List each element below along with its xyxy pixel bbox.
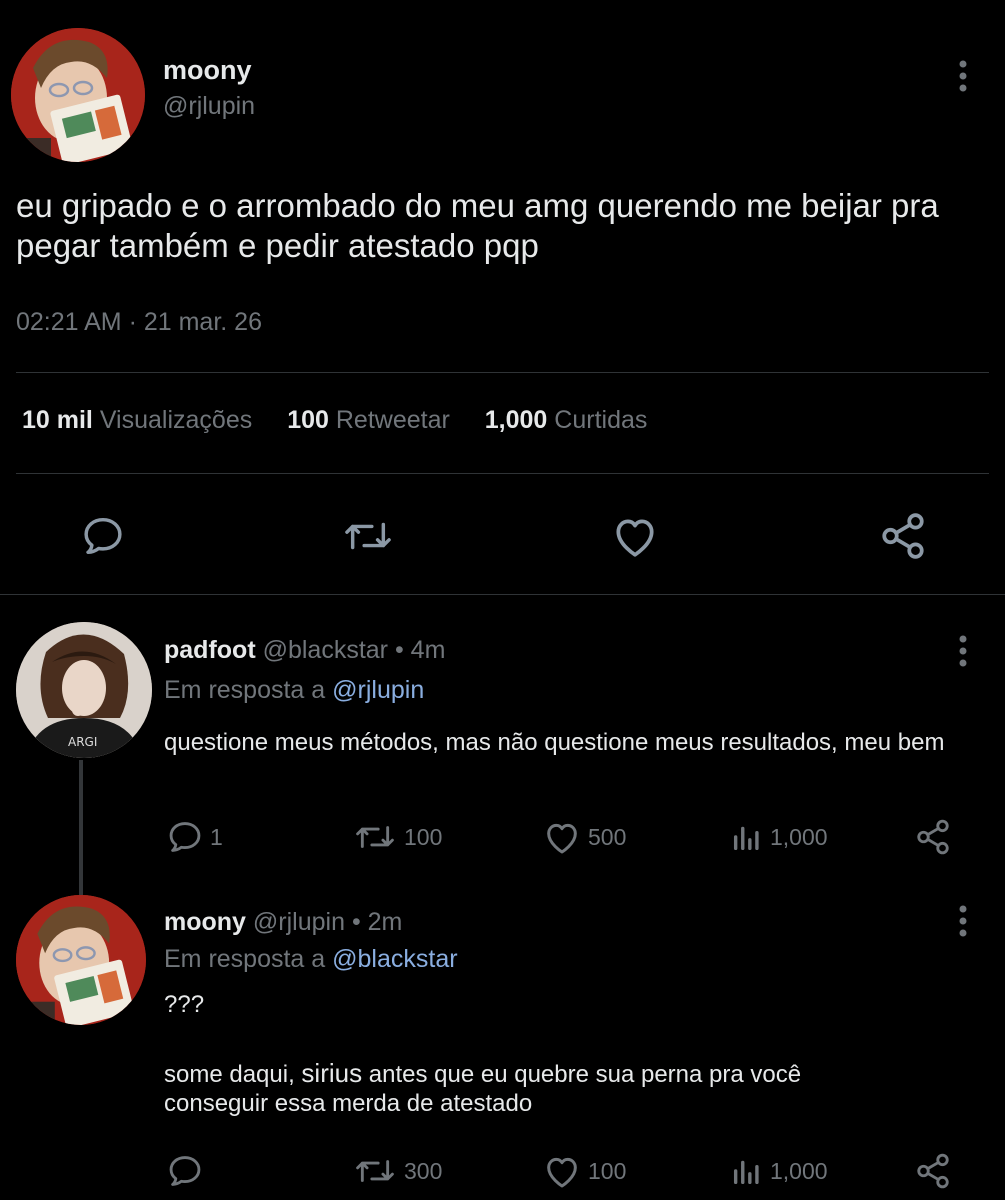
likes-count[interactable]: 1,000 — [485, 406, 548, 434]
reply-icon[interactable] — [80, 513, 126, 559]
author-handle[interactable]: @rjlupin — [163, 92, 255, 121]
reply-text-line: ??? — [164, 991, 205, 1018]
views-count[interactable]: 10 mil — [22, 406, 93, 434]
more-options-icon[interactable] — [953, 58, 973, 94]
retweet-icon[interactable] — [340, 513, 396, 559]
reply-time[interactable]: • 4m — [395, 636, 445, 664]
like-action[interactable]: 100 — [542, 1152, 626, 1190]
thread-connector — [79, 760, 83, 895]
like-count: 100 — [588, 1157, 627, 1184]
reply-action[interactable]: 1 — [166, 818, 223, 856]
retweet-icon[interactable] — [352, 818, 398, 856]
retweet-count: 100 — [404, 823, 443, 850]
more-options-icon[interactable] — [953, 633, 973, 669]
reply-action[interactable] — [166, 1152, 210, 1190]
in-reply-prefix: Em resposta a — [164, 676, 326, 704]
mention-link[interactable]: @rjlupin — [332, 676, 424, 704]
like-count: 500 — [588, 823, 627, 850]
reply-text-fragment: antes que eu quebre sua perna pra você — [368, 1061, 802, 1088]
retweet-icon[interactable] — [352, 1152, 398, 1190]
avatar[interactable] — [16, 895, 146, 1025]
like-action[interactable]: 500 — [542, 818, 626, 856]
author-display-name[interactable]: padfoot — [164, 636, 256, 664]
in-reply-to: Em resposta a @rjlupin — [164, 676, 424, 705]
svg-text:ARGI: ARGI — [68, 735, 97, 749]
share-icon[interactable] — [914, 818, 952, 856]
analytics-icon[interactable] — [730, 1152, 764, 1190]
avatar-image-icon — [16, 895, 146, 1025]
divider — [0, 594, 1005, 595]
author-handle[interactable]: @blackstar — [263, 636, 388, 664]
retweet-action[interactable]: 100 — [352, 818, 442, 856]
share-icon[interactable] — [878, 511, 928, 561]
reply-header: padfoot @blackstar • 4m — [164, 636, 445, 665]
tweet-actions — [0, 505, 1005, 565]
divider — [16, 473, 989, 474]
in-reply-prefix: Em resposta a — [164, 945, 326, 973]
retweet-count: 300 — [404, 1157, 443, 1184]
tweet-detail-page: moony @rjlupin eu gripado e o arrombado … — [0, 0, 1005, 1200]
views-count: 1,000 — [770, 823, 828, 850]
share-icon[interactable] — [914, 1152, 952, 1190]
avatar[interactable]: ARGI — [16, 622, 152, 758]
retweet-action[interactable]: 300 — [352, 1152, 442, 1190]
avatar-image-icon — [11, 28, 145, 162]
divider — [16, 372, 989, 373]
reply-header: moony @rjlupin • 2m — [164, 908, 402, 937]
reply-icon[interactable] — [166, 1152, 204, 1190]
views-label[interactable]: Visualizações — [100, 406, 252, 434]
views-count: 1,000 — [770, 1157, 828, 1184]
mention-link[interactable]: @blackstar — [332, 945, 457, 973]
like-icon[interactable] — [610, 513, 660, 559]
reply-count: 1 — [210, 823, 223, 850]
retweets-label[interactable]: Retweetar — [336, 406, 450, 434]
more-options-icon[interactable] — [953, 903, 973, 939]
avatar-image-icon: ARGI — [16, 622, 152, 758]
like-icon[interactable] — [542, 1152, 582, 1190]
in-reply-to: Em resposta a @blackstar — [164, 945, 458, 974]
reply-time[interactable]: • 2m — [352, 908, 402, 936]
reply-text: questione meus métodos, mas não question… — [164, 729, 945, 756]
views-action[interactable]: 1,000 — [730, 1152, 828, 1190]
author-display-name[interactable]: moony — [163, 55, 252, 86]
reply-icon[interactable] — [166, 818, 204, 856]
analytics-icon[interactable] — [730, 818, 764, 856]
reply-text-name: sirius — [301, 1058, 363, 1088]
tweet-timestamp[interactable]: 02:21 AM · 21 mar. 26 — [16, 308, 262, 337]
reply-text-line: some daqui, sirius antes que eu quebre s… — [164, 1058, 801, 1090]
tweet-stats: 10 mil Visualizações 100 Retweetar 1,000… — [22, 406, 675, 435]
likes-label[interactable]: Curtidas — [554, 406, 647, 434]
like-icon[interactable] — [542, 818, 582, 856]
avatar[interactable] — [11, 28, 145, 162]
author-handle[interactable]: @rjlupin — [253, 908, 345, 936]
tweet-text: eu gripado e o arrombado do meu amg quer… — [16, 187, 939, 264]
reply-text-line: conseguir essa merda de atestado — [164, 1090, 533, 1117]
views-action[interactable]: 1,000 — [730, 818, 828, 856]
author-display-name[interactable]: moony — [164, 908, 246, 936]
reply-text-fragment: some daqui, — [164, 1061, 295, 1088]
retweets-count[interactable]: 100 — [287, 406, 329, 434]
